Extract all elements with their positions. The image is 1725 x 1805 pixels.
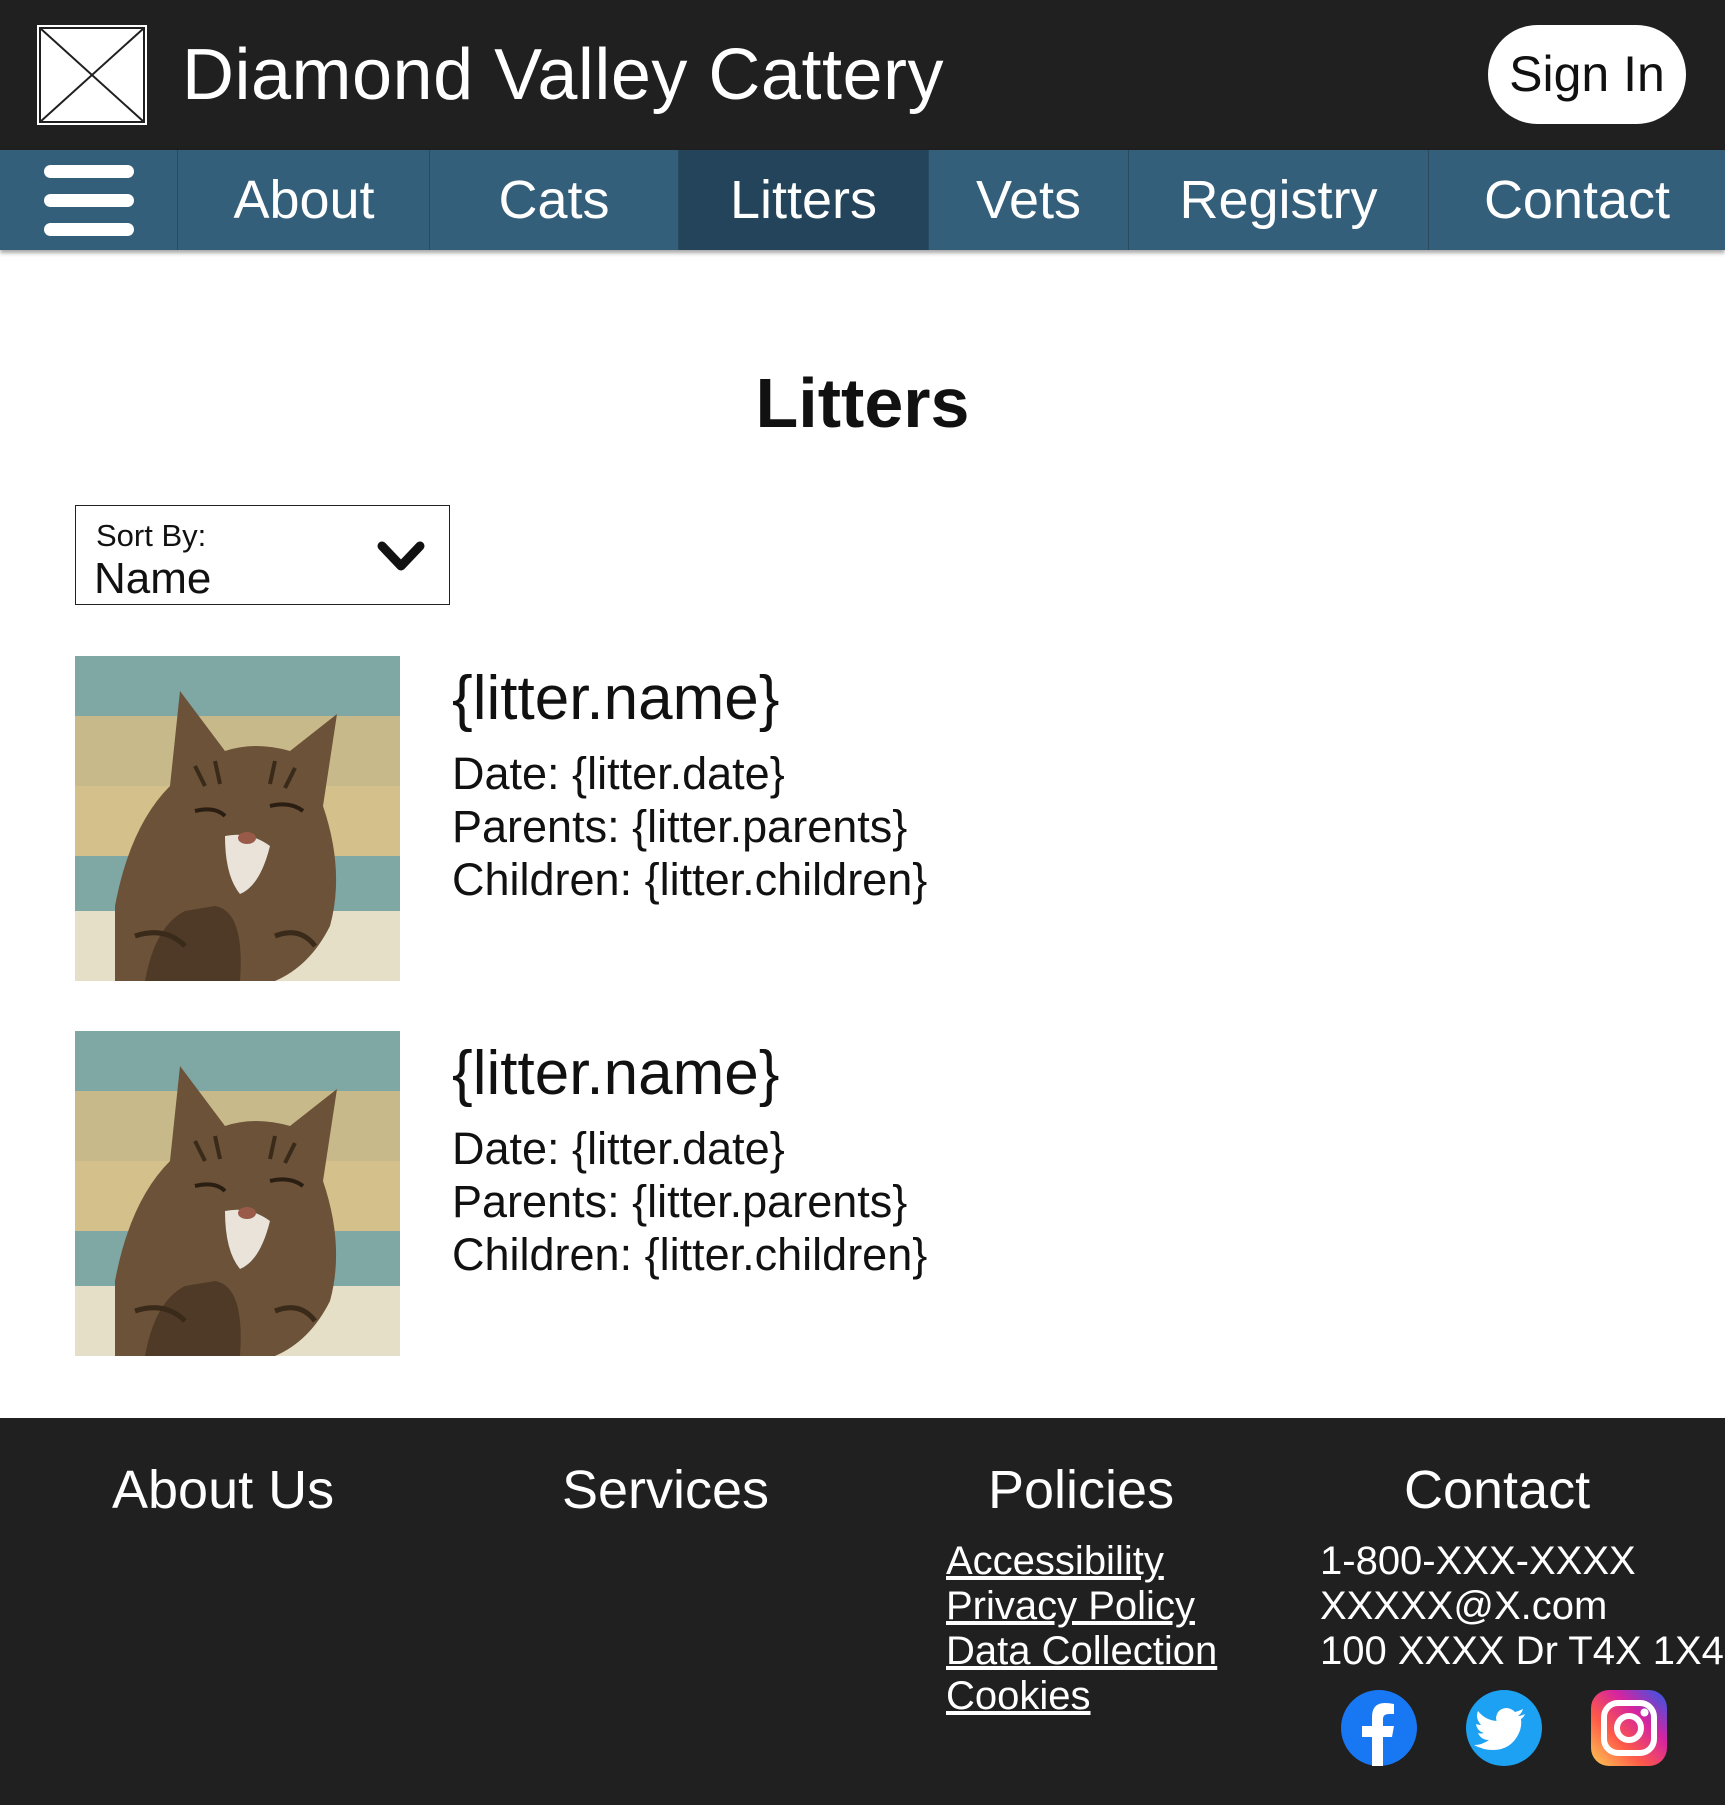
litter-date: Date: {litter.date}	[452, 1123, 785, 1174]
footer-heading-about[interactable]: About Us	[112, 1458, 334, 1522]
footer-heading-contact: Contact	[1404, 1460, 1591, 1520]
nav-item-contact[interactable]: Contact	[1429, 150, 1725, 250]
site-title: Diamond Valley Cattery	[182, 35, 944, 115]
facebook-icon[interactable]	[1341, 1690, 1417, 1766]
litter-name: {litter.name}	[452, 1039, 780, 1108]
nav-item-about[interactable]: About	[179, 150, 430, 250]
litter-parents: Parents: {litter.parents}	[452, 801, 908, 852]
footer-heading-policies: Policies	[988, 1460, 1175, 1520]
nav-item-cats[interactable]: Cats	[430, 150, 679, 250]
top-header: Diamond Valley Cattery Sign In	[0, 0, 1725, 150]
litter-card: {litter.name} Date: {litter.date} Parent…	[0, 1031, 1725, 1356]
menu-icon[interactable]	[0, 150, 178, 250]
sort-by-value: Name	[94, 554, 212, 603]
instagram-icon[interactable]	[1591, 1690, 1667, 1766]
nav-item-litters[interactable]: Litters	[679, 150, 929, 250]
litter-parents: Parents: {litter.parents}	[452, 1176, 908, 1227]
litter-name: {litter.name}	[452, 664, 780, 733]
litter-card: {litter.name} Date: {litter.date} Parent…	[0, 656, 1725, 981]
cookies-link[interactable]: Cookies	[946, 1674, 1091, 1718]
sort-by-dropdown[interactable]: Sort By: Name	[75, 505, 450, 605]
sign-in-button[interactable]: Sign In	[1488, 25, 1686, 124]
accessibility-link[interactable]: Accessibility	[946, 1539, 1164, 1583]
litter-photo[interactable]	[75, 656, 400, 981]
data-collection-link[interactable]: Data Collection	[946, 1629, 1217, 1673]
twitter-icon[interactable]	[1466, 1690, 1542, 1766]
footer-heading-services[interactable]: Services	[562, 1458, 769, 1522]
page-title: Litters	[755, 364, 970, 442]
chevron-down-icon	[377, 541, 425, 571]
sort-by-label: Sort By:	[96, 518, 207, 553]
nav-item-vets[interactable]: Vets	[929, 150, 1129, 250]
main-nav: About Cats Litters Vets Registry Contact	[0, 150, 1725, 250]
litter-children: Children: {litter.children}	[452, 1229, 928, 1280]
litter-photo[interactable]	[75, 1031, 400, 1356]
contact-email: XXXXX@X.com	[1320, 1584, 1608, 1628]
contact-phone: 1-800-XXX-XXXX	[1320, 1539, 1636, 1583]
logo-placeholder-icon[interactable]	[37, 25, 147, 125]
privacy-policy-link[interactable]: Privacy Policy	[946, 1584, 1195, 1628]
litter-children: Children: {litter.children}	[452, 854, 928, 905]
nav-item-registry[interactable]: Registry	[1129, 150, 1429, 250]
contact-address: 100 XXXX Dr T4X 1X4	[1320, 1629, 1724, 1673]
litter-date: Date: {litter.date}	[452, 748, 785, 799]
